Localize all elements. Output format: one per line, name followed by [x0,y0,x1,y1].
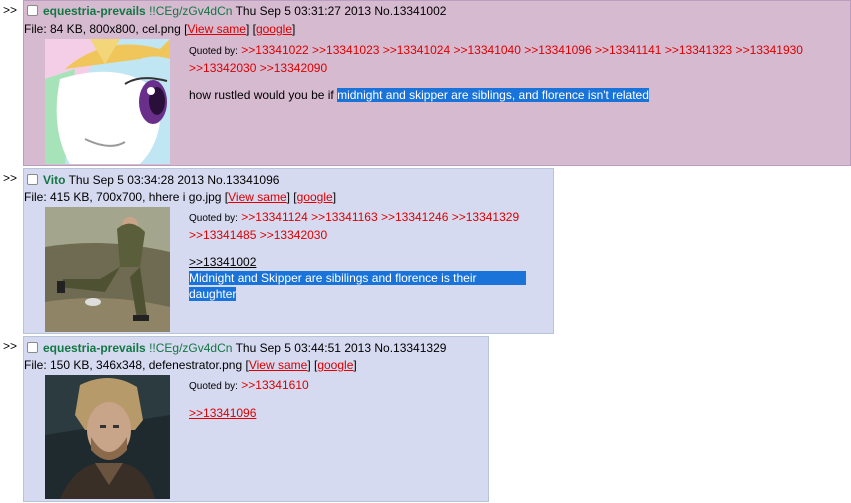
post-datetime: Thu Sep 5 03:34:28 2013 [68,173,205,187]
file-info: File: 150 KB, 346x348, defenestrator.png… [24,358,357,372]
quoted-by-links[interactable]: >>13341610 [241,378,308,392]
selected-text: midnight and skipper are siblings, and f… [337,88,649,102]
reply-arrow: >> [3,339,18,353]
reply-arrow: >> [3,3,18,17]
google-link[interactable]: google [256,22,292,36]
quoted-by-links[interactable]: >>13341124 >>13341163 >>13341246 >>13341… [241,210,519,224]
post-number[interactable]: No.13341329 [374,341,446,355]
post-message: how rustled would you be if midnight and… [189,87,649,103]
post-13341096: Vito Thu Sep 5 03:34:28 2013 No.13341096… [23,168,554,334]
post-header: Vito Thu Sep 5 03:34:28 2013 No.13341096 [27,173,279,187]
message-text: how rustled would you be if [189,88,338,102]
google-link[interactable]: google [297,190,333,204]
quoted-by-links[interactable]: >>13341485 >>13342030 [189,228,327,242]
file-info: File: 84 KB, 800x800, cel.png [View same… [24,22,296,36]
quoted-by: Quoted by: >>13341124 >>13341163 >>13341… [189,209,519,243]
post-thumbnail[interactable] [45,207,170,332]
file-details: File: 84 KB, 800x800, cel.png [24,22,181,36]
quoted-by-label: Quoted by: [189,213,238,224]
post-header: equestria-prevails !!CEg/zGv4dCn Thu Sep… [27,4,446,18]
file-info: File: 415 KB, 700x700, hhere i go.jpg [V… [24,190,337,204]
poster-name[interactable]: equestria-prevails [43,4,146,18]
post-select-checkbox[interactable] [27,5,38,16]
quoted-by-links[interactable]: >>13342030 >>13342090 [189,61,327,75]
post-number[interactable]: No.13341002 [374,4,446,18]
reply-link[interactable]: >>13341002 [189,255,256,269]
post-13341002: equestria-prevails !!CEg/zGv4dCn Thu Sep… [23,0,851,166]
selected-text: daughter [189,287,237,301]
reply-link[interactable]: >>13341096 [189,406,256,420]
post-select-checkbox[interactable] [27,174,38,185]
view-same-link[interactable]: View same [187,22,245,36]
post-number[interactable]: No.13341096 [207,173,279,187]
quoted-by-links[interactable]: >>13341022 >>13341023 >>13341024 >>13341… [241,43,803,57]
file-details: File: 415 KB, 700x700, hhere i go.jpg [24,190,222,204]
poster-name[interactable]: equestria-prevails [43,341,146,355]
post-select-checkbox[interactable] [27,342,38,353]
quoted-by-label: Quoted by: [189,46,238,57]
poster-tripcode: !!CEg/zGv4dCn [149,4,233,18]
selected-text: Midnight and Skipper are sibilings and f… [189,271,526,285]
post-13341329: equestria-prevails !!CEg/zGv4dCn Thu Sep… [23,336,489,502]
quoted-by: Quoted by: >>13341610 [189,377,309,395]
view-same-link[interactable]: View same [228,190,286,204]
poster-name[interactable]: Vito [43,173,65,187]
post-thumbnail[interactable] [45,39,170,164]
google-link[interactable]: google [317,358,353,372]
file-details: File: 150 KB, 346x348, defenestrator.png [24,358,243,372]
post-message: >>13341096 [189,405,256,421]
view-same-link[interactable]: View same [249,358,307,372]
post-datetime: Thu Sep 5 03:44:51 2013 [235,341,372,355]
quoted-by: Quoted by: >>13341022 >>13341023 >>13341… [189,42,803,76]
reply-arrow: >> [3,171,18,185]
post-header: equestria-prevails !!CEg/zGv4dCn Thu Sep… [27,341,446,355]
quoted-by-label: Quoted by: [189,381,238,392]
post-datetime: Thu Sep 5 03:31:27 2013 [235,4,372,18]
post-message: >>13341002 Midnight and Skipper are sibi… [189,254,526,302]
poster-tripcode: !!CEg/zGv4dCn [149,341,233,355]
post-thumbnail[interactable] [45,375,170,499]
